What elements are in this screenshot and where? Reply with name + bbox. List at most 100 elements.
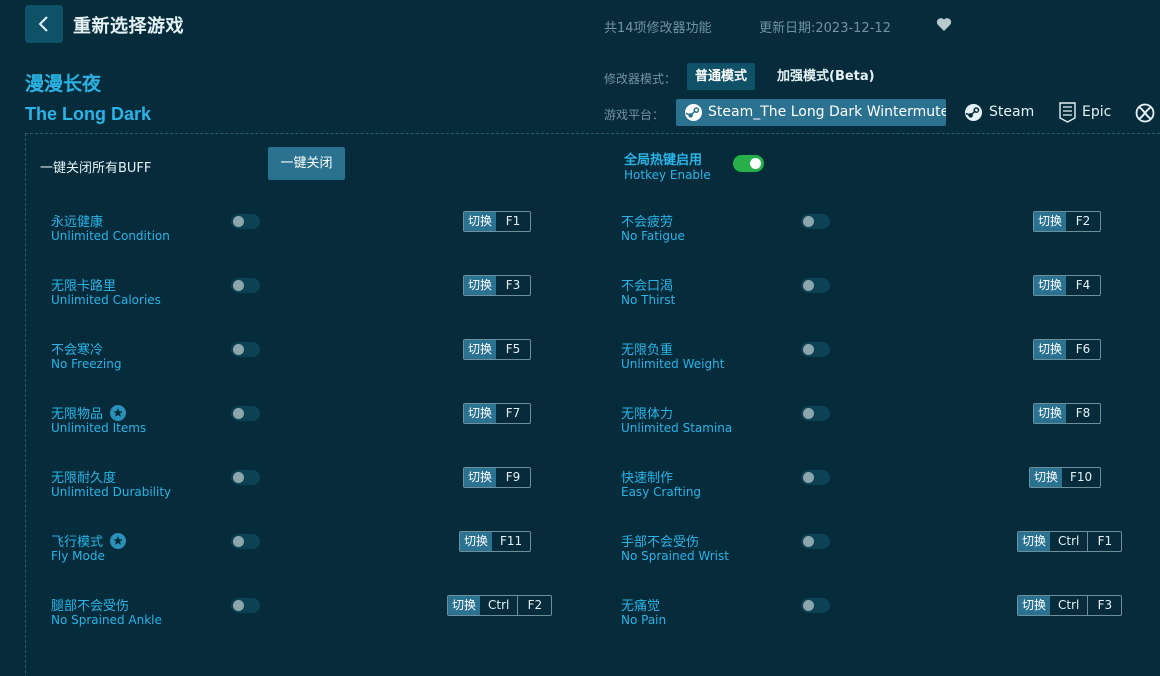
platform-steam-label: Steam	[989, 104, 1035, 120]
feature-item: 无限卡路里 Unlimited Calories 切换 F3	[51, 275, 572, 315]
feature-toggle[interactable]	[801, 342, 830, 357]
star-icon	[110, 405, 126, 421]
feature-item: 无痛觉 No Pain 切换 Ctrl F3	[621, 595, 1142, 635]
feature-toggle[interactable]	[231, 214, 260, 229]
platform-steam-wintermute[interactable]: Steam_The Long Dark Wintermute	[676, 99, 946, 126]
hotkey-key: Ctrl	[488, 598, 510, 612]
feature-item: 无限体力 Unlimited Stamina 切换 F8	[621, 403, 1142, 443]
feature-item: 无限耐久度 Unlimited Durability 切换 F9	[51, 467, 572, 507]
hotkey-key: F11	[500, 534, 523, 548]
feature-name-cn: 腿部不会受伤	[51, 599, 130, 614]
feature-name-cn: 不会寒冷	[51, 343, 104, 358]
hotkey-enable-title: 全局热键启用	[624, 153, 703, 168]
feature-name-cn: 不会口渴	[621, 279, 674, 294]
hotkey-switch-label: 切换	[464, 212, 497, 231]
feature-name-en: Unlimited Calories	[51, 293, 161, 307]
feature-name-en: Unlimited Condition	[51, 229, 170, 243]
hotkey-box[interactable]: 切换 Ctrl F3	[1017, 595, 1123, 616]
hotkey-box[interactable]: 切换 F11	[459, 531, 532, 552]
feature-name-cn: 快速制作	[621, 471, 674, 486]
feature-name-cn: 无限耐久度	[51, 471, 117, 486]
hotkey-enable-subtitle: Hotkey Enable	[624, 168, 711, 182]
hotkey-switch-label: 切换	[1030, 468, 1063, 487]
feature-item: 不会口渴 No Thirst 切换 F4	[621, 275, 1142, 315]
mode-label: 修改器模式：	[604, 72, 677, 86]
back-button[interactable]	[25, 5, 63, 43]
hotkey-switch-label: 切换	[1034, 404, 1067, 423]
feature-item: 永远健康 Unlimited Condition 切换 F1	[51, 211, 572, 251]
platform-epic[interactable]: Epic	[1059, 99, 1111, 126]
hotkey-key: F6	[1075, 342, 1091, 356]
close-all-button[interactable]: 一键关闭	[268, 147, 345, 180]
hotkey-switch-label: 切换	[464, 404, 497, 423]
hotkey-switch-label: 切换	[1034, 340, 1067, 359]
feature-toggle[interactable]	[231, 278, 260, 293]
feature-name-cn: 无限物品	[51, 407, 104, 422]
hotkey-key: F2	[517, 596, 551, 615]
hotkey-key: F3	[505, 278, 521, 292]
feature-name-en: Unlimited Items	[51, 421, 147, 435]
platform-epic-label: Epic	[1082, 104, 1112, 120]
game-title-cn: 漫漫长夜	[25, 73, 102, 95]
feature-name-en: No Fatigue	[621, 229, 685, 243]
hotkey-switch-label: 切换	[448, 596, 481, 615]
hotkey-box[interactable]: 切换 F3	[463, 275, 532, 296]
hotkey-key: F1	[1087, 532, 1121, 551]
mode-normal-button[interactable]: 普通模式	[687, 63, 756, 90]
hotkey-key: Ctrl	[1058, 534, 1080, 548]
feature-toggle[interactable]	[801, 470, 830, 485]
feature-name-cn: 不会疲劳	[621, 215, 674, 230]
steam-icon	[684, 103, 703, 122]
hotkey-box[interactable]: 切换 F1	[463, 211, 532, 232]
heart-icon[interactable]	[936, 17, 952, 36]
hotkey-box[interactable]: 切换 F9	[463, 467, 532, 488]
feature-toggle[interactable]	[801, 534, 830, 549]
hotkey-key: F2	[1075, 214, 1091, 228]
hotkey-switch-label: 切换	[460, 532, 493, 551]
hotkey-box[interactable]: 切换 F4	[1033, 275, 1102, 296]
hotkey-key: F3	[1087, 596, 1121, 615]
hotkey-box[interactable]: 切换 F8	[1033, 403, 1102, 424]
platform-steam[interactable]: Steam	[964, 99, 1034, 126]
hotkey-box[interactable]: 切换 F5	[463, 339, 532, 360]
hotkey-key: F4	[1075, 278, 1091, 292]
update-date: 更新日期:2023-12-12	[759, 21, 891, 36]
hotkey-box[interactable]: 切换 F7	[463, 403, 532, 424]
feature-toggle[interactable]	[231, 342, 260, 357]
feature-name-en: No Sprained Ankle	[51, 613, 162, 627]
page-title: 重新选择游戏	[73, 16, 184, 37]
hotkey-box[interactable]: 切换 Ctrl F1	[1017, 531, 1123, 552]
feature-toggle[interactable]	[231, 470, 260, 485]
hotkey-key: F7	[505, 406, 521, 420]
feature-name-en: No Sprained Wrist	[621, 549, 729, 563]
hotkey-box[interactable]: 切换 F6	[1033, 339, 1102, 360]
feature-count: 共14项修改器功能	[604, 21, 712, 36]
feature-toggle[interactable]	[801, 406, 830, 421]
feature-toggle[interactable]	[801, 278, 830, 293]
feature-toggle[interactable]	[801, 598, 830, 613]
feature-name-cn: 无限负重	[621, 343, 674, 358]
hotkey-box[interactable]: 切换 F2	[1033, 211, 1102, 232]
xbox-icon[interactable]	[1135, 103, 1155, 127]
epic-icon	[1059, 102, 1076, 123]
hotkey-box[interactable]: 切换 F10	[1029, 467, 1102, 488]
hotkey-enable-toggle[interactable]	[733, 155, 764, 172]
feature-toggle[interactable]	[801, 214, 830, 229]
feature-name-en: Unlimited Weight	[621, 357, 725, 371]
hotkey-box[interactable]: 切换 Ctrl F2	[447, 595, 553, 616]
feature-toggle[interactable]	[231, 534, 260, 549]
mode-enhanced-button[interactable]: 加强模式(Beta)	[777, 63, 875, 90]
chevron-left-icon	[38, 16, 48, 32]
feature-toggle[interactable]	[231, 406, 260, 421]
feature-name-cn: 无限体力	[621, 407, 674, 422]
hotkey-key: Ctrl	[1058, 598, 1080, 612]
feature-name-en: No Thirst	[621, 293, 676, 307]
feature-toggle[interactable]	[231, 598, 260, 613]
feature-name-cn: 无限卡路里	[51, 279, 117, 294]
feature-name-cn: 无痛觉	[621, 599, 661, 614]
feature-name-en: Fly Mode	[51, 549, 105, 563]
hotkey-key: F5	[505, 342, 521, 356]
hotkey-key: F10	[1070, 470, 1093, 484]
feature-name-en: Unlimited Durability	[51, 485, 172, 499]
feature-name-en: No Freezing	[51, 357, 122, 371]
